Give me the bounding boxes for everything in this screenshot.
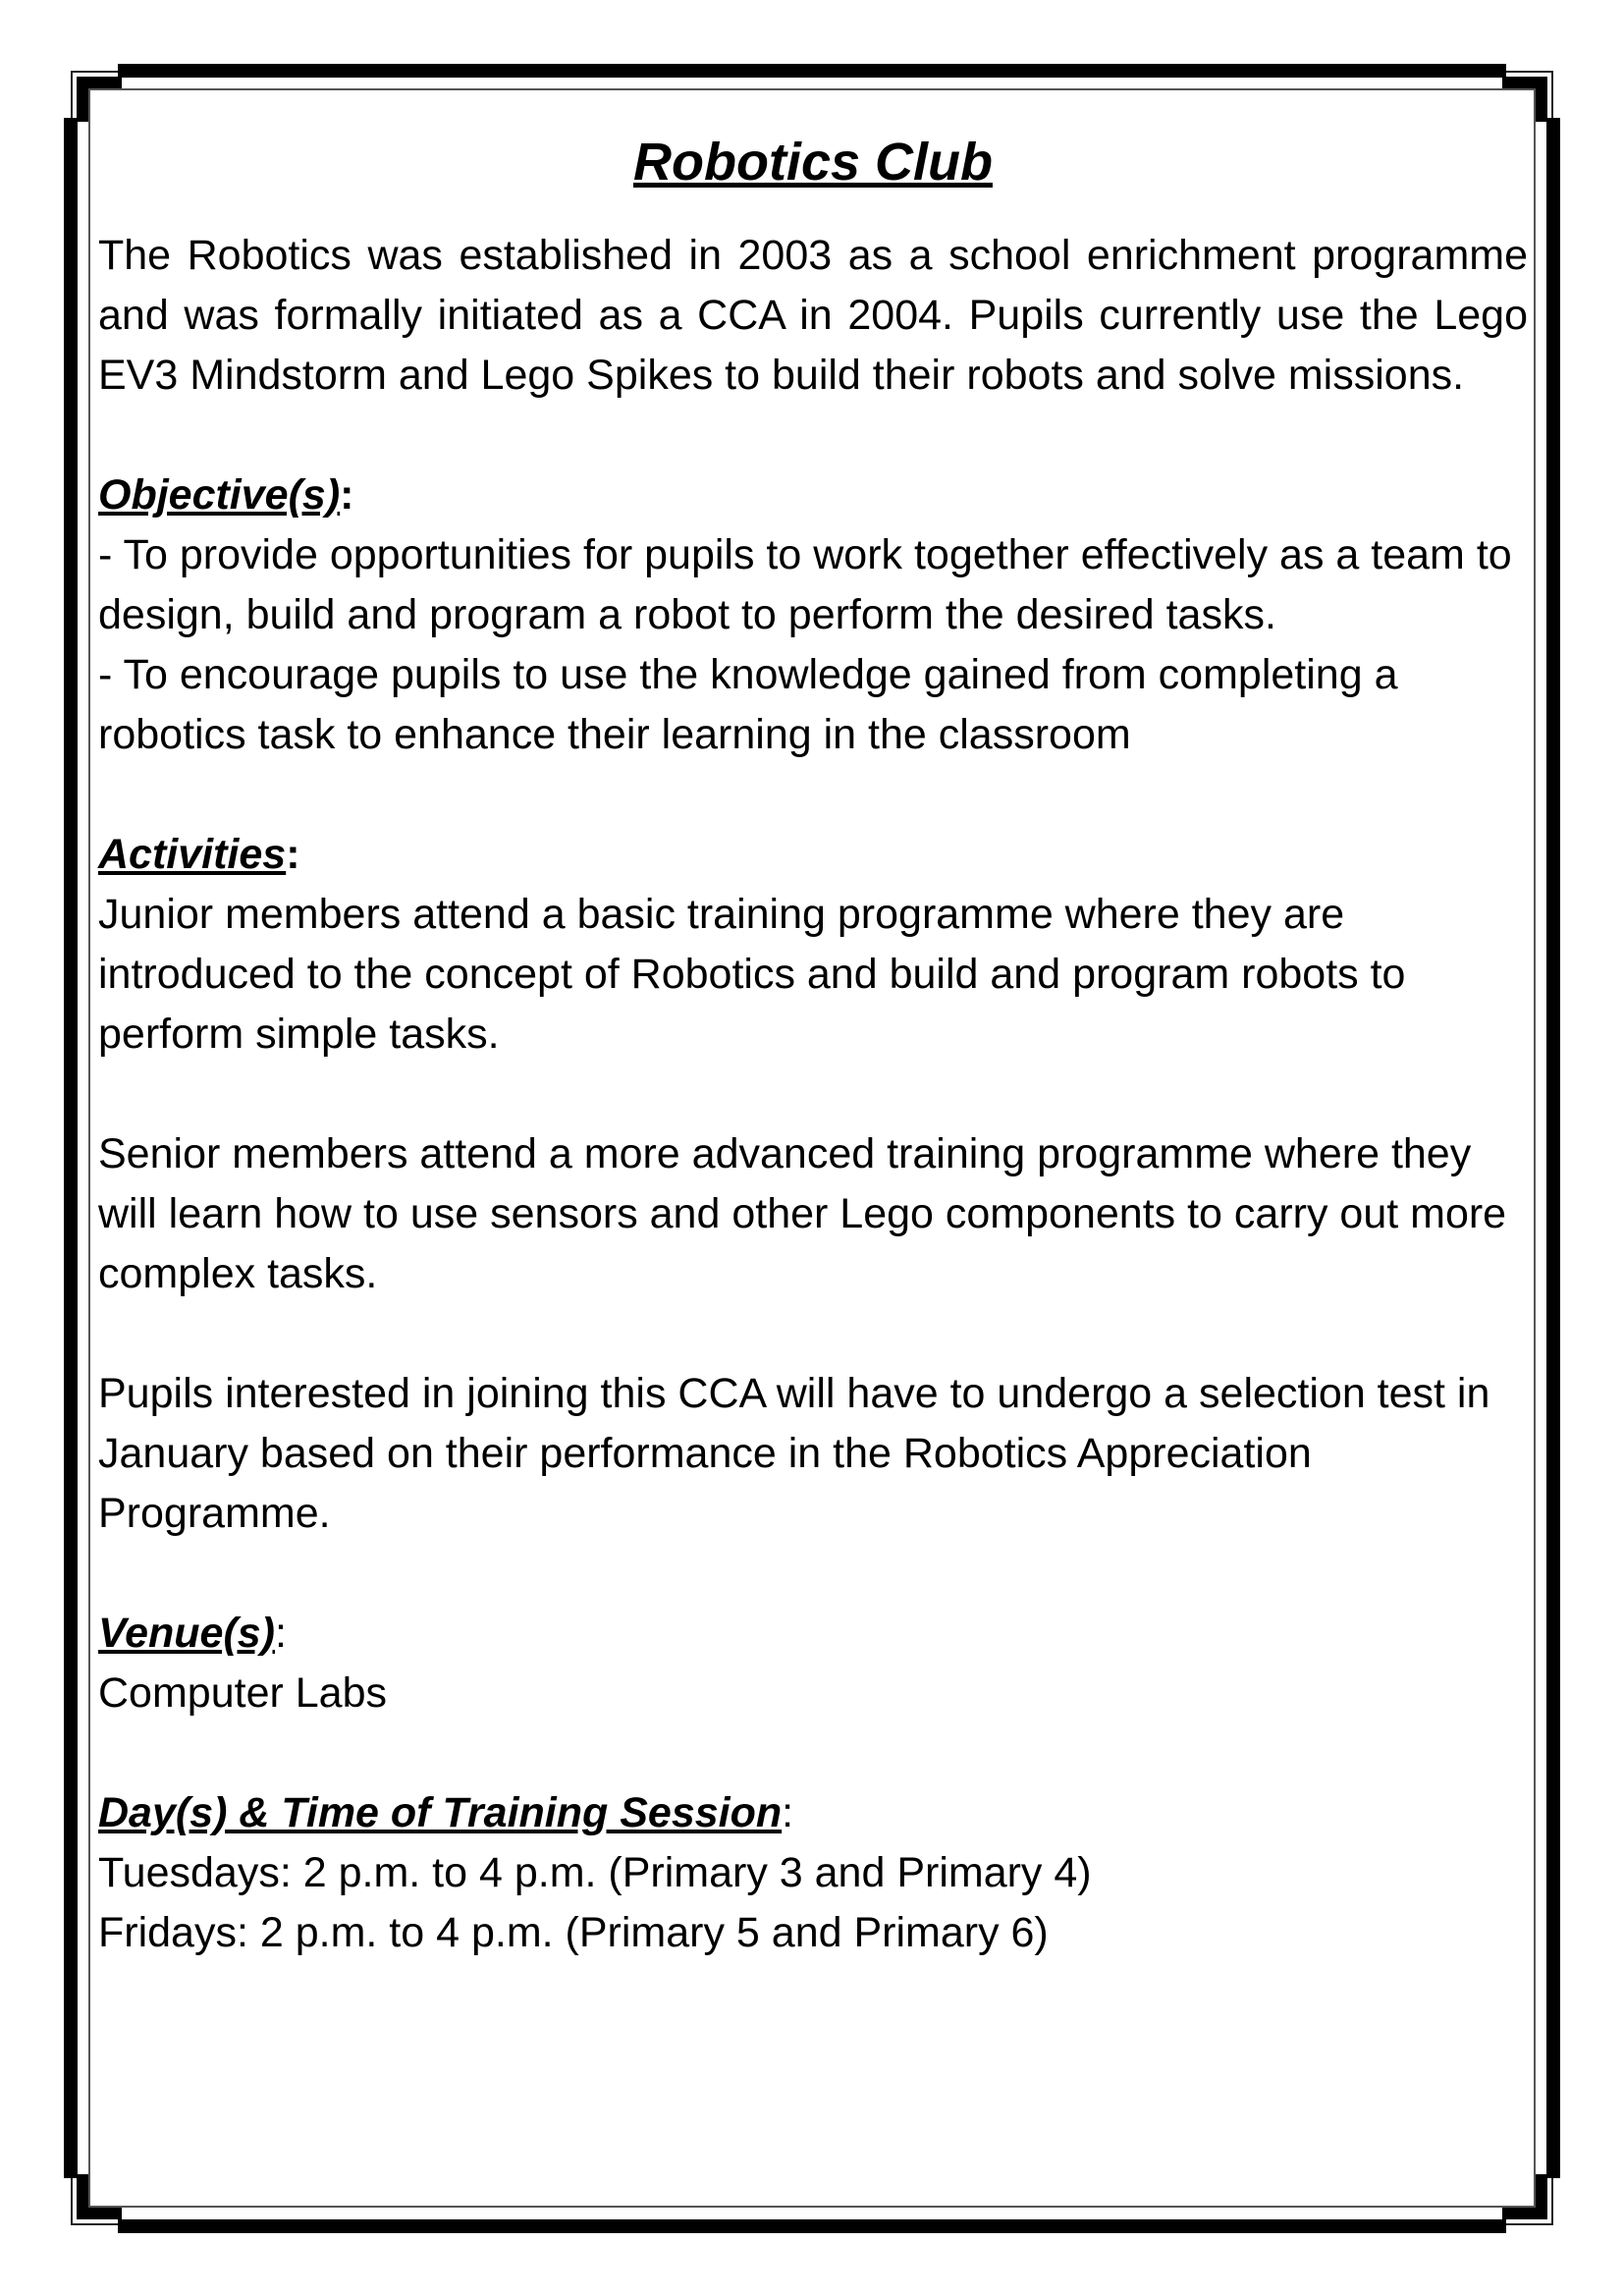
activities-heading-colon: : (286, 831, 300, 878)
schedule-section: Day(s) & Time of Training Session: Tuesd… (98, 1783, 1528, 1963)
schedule-heading-colon: : (782, 1789, 794, 1836)
border-bar-top (118, 64, 1506, 78)
activities-paragraph: Senior members attend a more advanced tr… (98, 1130, 1507, 1297)
objective-item: - To encourage pupils to use the knowled… (98, 651, 1398, 758)
schedule-heading-text: Day(s) & Time of Training Session (98, 1789, 783, 1836)
schedule-line: Tuesdays: 2 p.m. to 4 p.m. (Primary 3 an… (98, 1849, 1092, 1896)
border-corner-bottom-left (77, 2174, 122, 2219)
border-bar-right (1546, 118, 1560, 2178)
activities-heading: Activities: (98, 825, 1528, 885)
schedule-line: Fridays: 2 p.m. to 4 p.m. (Primary 5 and… (98, 1909, 1049, 1956)
activities-paragraph: Pupils interested in joining this CCA wi… (98, 1370, 1490, 1537)
border-bar-left (64, 118, 78, 2178)
venue-section: Venue(s): Computer Labs (98, 1604, 1528, 1723)
venue-value: Computer Labs (98, 1669, 387, 1717)
schedule-heading: Day(s) & Time of Training Session: (98, 1783, 1528, 1843)
venue-heading: Venue(s): (98, 1604, 1528, 1664)
activities-heading-text: Activities (98, 831, 287, 878)
activities-section: Activities: Junior members attend a basi… (98, 825, 1528, 1544)
border-bar-bottom (118, 2219, 1506, 2233)
objectives-section: Objective(s): - To provide opportunities… (98, 465, 1528, 765)
objective-item: - To provide opportunities for pupils to… (98, 531, 1512, 638)
venue-heading-text: Venue(s) (98, 1610, 275, 1657)
objectives-heading: Objective(s): (98, 465, 1528, 525)
objectives-heading-text: Objective(s) (98, 471, 341, 519)
venue-heading-colon: : (275, 1610, 287, 1657)
objectives-heading-colon: : (340, 471, 354, 519)
activities-paragraph: Junior members attend a basic training p… (98, 891, 1406, 1058)
border-corner-bottom-right (1502, 2174, 1547, 2219)
intro-paragraph: The Robotics was established in 2003 as … (98, 232, 1528, 399)
page-title: Robotics Club (633, 133, 993, 191)
border-corner-top-left (77, 77, 122, 122)
border-corner-top-right (1502, 77, 1547, 122)
document-body: Robotics Club The Robotics was establish… (98, 126, 1528, 1963)
